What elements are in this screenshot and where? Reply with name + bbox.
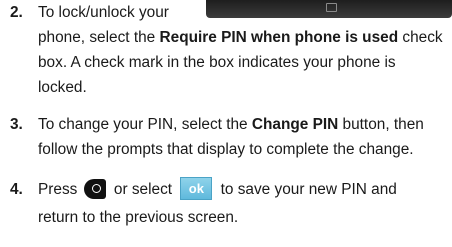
ok-button-icon: ok (180, 177, 213, 201)
step-text-line: Press or select ok to save your new PIN … (38, 177, 397, 202)
step-text-line: follow the prompts that display to compl… (38, 141, 414, 158)
step-3: 3. To change your PIN, select the Change… (0, 112, 452, 162)
step-number: 4. (10, 181, 23, 198)
step-text-line: return to the previous screen. (38, 209, 239, 226)
step-text-line: locked. (38, 79, 87, 96)
step-2: 2. To lock/unlock your phone, select the… (0, 0, 452, 100)
step-4: 4. Press or select ok to save your new P… (0, 174, 452, 234)
ui-label-change-pin: Change PIN (251, 116, 339, 133)
step-number: 3. (10, 116, 23, 133)
step-number: 2. (10, 4, 23, 21)
step-text-line: phone, select the Require PIN when phone… (38, 29, 443, 46)
step-text-line: To change your PIN, select the Change PI… (38, 116, 424, 133)
step-text-line: To lock/unlock your (38, 4, 169, 21)
step-text-line: box. A check mark in the box indicates y… (38, 54, 396, 71)
end-key-icon (83, 178, 106, 199)
ui-label-require-pin: Require PIN when phone is used (159, 29, 399, 46)
